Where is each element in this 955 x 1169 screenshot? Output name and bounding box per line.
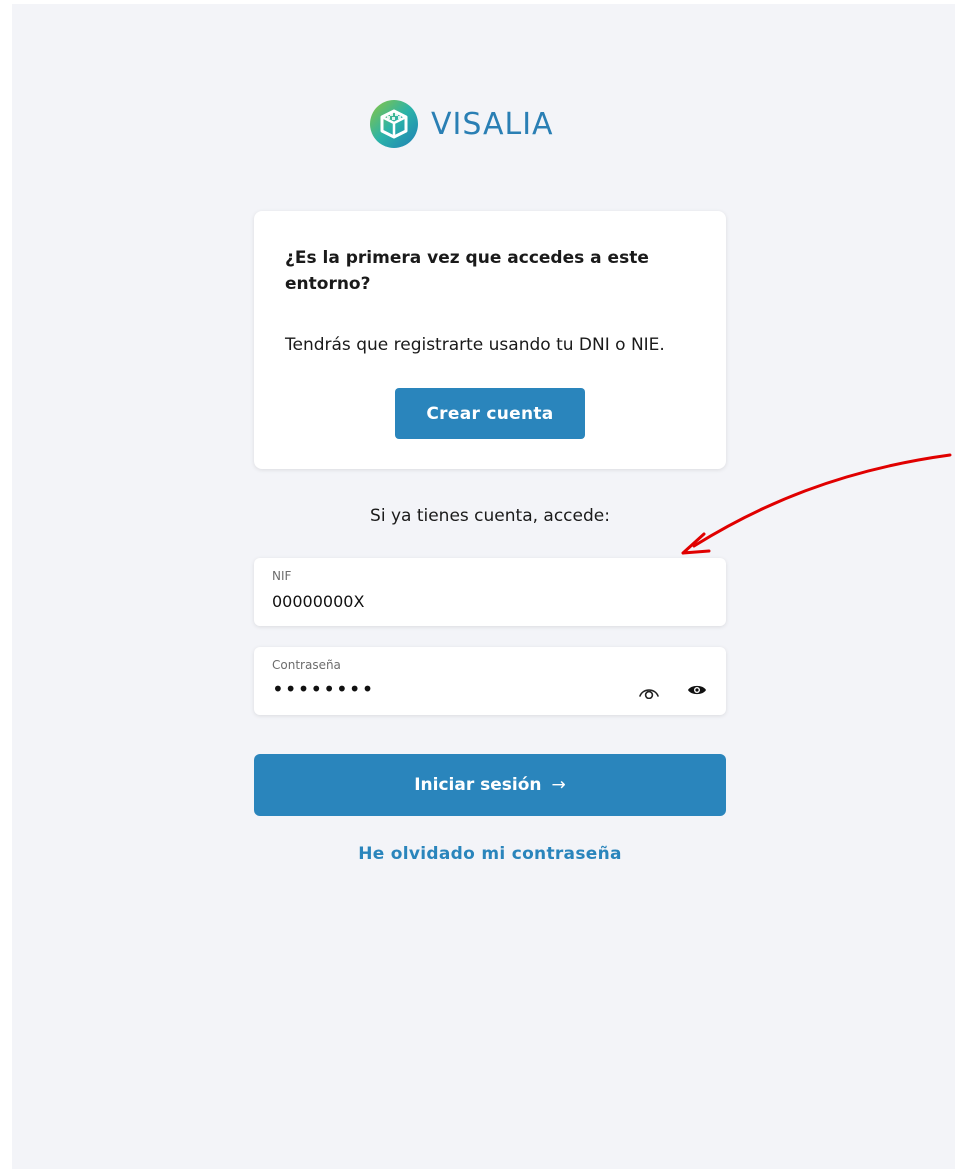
login-subtitle: Si ya tienes cuenta, accede: bbox=[370, 506, 610, 526]
brand-name: VISALIA bbox=[431, 106, 554, 142]
arrow-right-icon: → bbox=[551, 775, 566, 795]
nif-label: NIF bbox=[272, 569, 292, 583]
brand-logo: VISALIA bbox=[369, 96, 554, 152]
eye-solid-icon[interactable] bbox=[687, 683, 707, 697]
eye-outline-icon[interactable] bbox=[638, 683, 660, 699]
visalia-cube-logo-icon bbox=[370, 100, 418, 148]
login-button-label: Iniciar sesión bbox=[414, 775, 542, 795]
forgot-password-link[interactable]: He olvidado mi contraseña bbox=[254, 844, 726, 864]
register-card-title: ¿Es la primera vez que accedes a este en… bbox=[285, 248, 649, 294]
register-card: ¿Es la primera vez que accedes a este en… bbox=[254, 211, 726, 469]
nif-input[interactable]: 00000000X bbox=[272, 592, 364, 611]
login-button[interactable]: Iniciar sesión → bbox=[254, 754, 726, 816]
register-card-text: Tendrás que registrarte usando tu DNI o … bbox=[285, 335, 665, 355]
create-account-button[interactable]: Crear cuenta bbox=[395, 388, 585, 439]
password-label: Contraseña bbox=[272, 658, 341, 672]
nif-field[interactable]: NIF 00000000X bbox=[254, 558, 726, 626]
password-input[interactable]: •••••••• bbox=[272, 677, 374, 701]
password-field[interactable]: Contraseña •••••••• bbox=[254, 647, 726, 715]
